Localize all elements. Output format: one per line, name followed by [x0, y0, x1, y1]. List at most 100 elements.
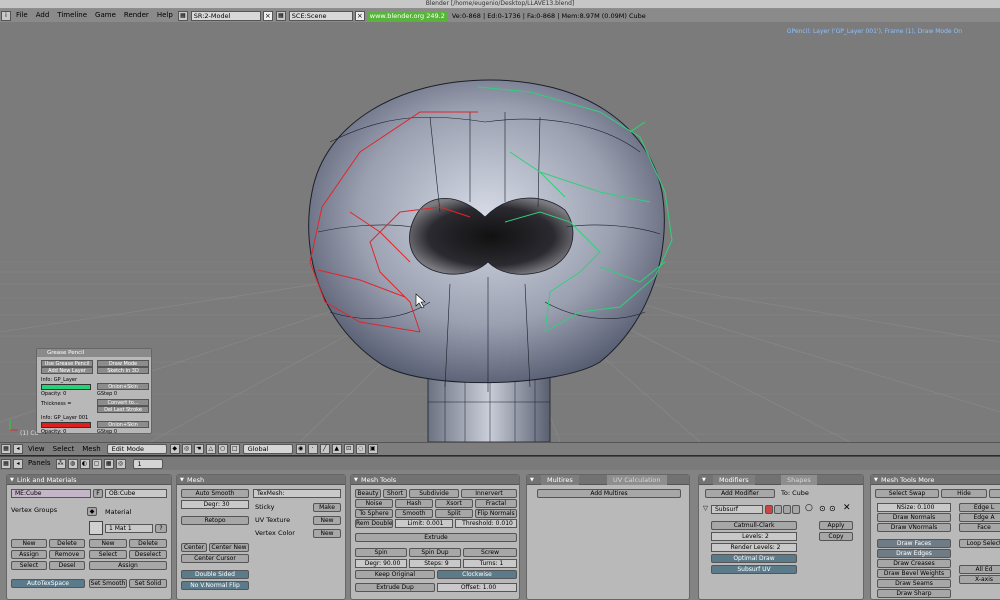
mesh-tools-header[interactable]: ▼ Mesh Tools [351, 475, 519, 485]
modifier-cage-icon[interactable] [792, 505, 800, 514]
fractal-button[interactable]: Fractal [475, 499, 517, 508]
spin-dup-button[interactable]: Spin Dup [409, 548, 461, 557]
vertex-color-new-button[interactable]: New [313, 529, 341, 538]
x-axis-mirror-toggle[interactable]: X-axis [959, 575, 1000, 584]
steps-field[interactable]: Steps: 9 [409, 559, 461, 568]
edge-length-toggle[interactable]: Edge L [959, 503, 1000, 512]
material-index-field[interactable]: 1 Mat 1 [105, 524, 153, 533]
convert-to-button[interactable]: Convert to... [97, 399, 149, 406]
set-solid-button[interactable]: Set Solid [129, 579, 167, 588]
vgroup-select-button[interactable]: Select [11, 561, 47, 570]
menu-timeline[interactable]: Timeline [53, 10, 91, 21]
turns-field[interactable]: Turns: 1 [463, 559, 517, 568]
innervert-dropdown[interactable]: Innervert [461, 489, 517, 498]
vertex-select-icon[interactable]: · [307, 444, 318, 454]
hash-button[interactable]: Hash [395, 499, 433, 508]
modifier-expand-icon[interactable]: ▽ [703, 504, 708, 513]
menu-mesh[interactable]: Mesh [78, 444, 104, 455]
modifier-name-field[interactable]: Subsurf [711, 505, 763, 514]
set-smooth-button[interactable]: Set Smooth [89, 579, 127, 588]
split-button[interactable]: Split [435, 509, 473, 518]
center-button[interactable]: Center [181, 543, 207, 552]
all-edges-toggle[interactable]: All Ed [959, 565, 1000, 574]
logic-icon[interactable]: ⁂ [55, 458, 66, 469]
frame-field[interactable]: 1 [132, 458, 163, 469]
script-icon[interactable]: ◍ [67, 458, 78, 469]
material-new-button[interactable]: New [89, 539, 127, 548]
modifier-editmode-icon[interactable] [783, 505, 791, 514]
layer-1-opacity[interactable]: Opacity: 0 [41, 391, 93, 397]
add-multires-button[interactable]: Add Multires [537, 489, 681, 498]
shading-icon[interactable]: ◐ [79, 458, 90, 469]
draw-creases-toggle[interactable]: Draw Creases [877, 559, 951, 568]
use-grease-pencil-button[interactable]: Use Grease Pencil [41, 360, 93, 367]
tab-modifiers[interactable]: Modifiers [713, 475, 755, 485]
loop-select-toggle[interactable]: Loop Select [959, 539, 1000, 548]
snap-icon[interactable]: ⊡ [343, 444, 354, 454]
modifier-delete-icon[interactable]: ✕ [843, 504, 851, 513]
scene-delete-icon[interactable]: × [354, 10, 365, 21]
clockwise-toggle[interactable]: Clockwise [437, 570, 517, 579]
short-toggle[interactable]: Short [383, 489, 407, 498]
keep-original-toggle[interactable]: Keep Original [355, 570, 435, 579]
screw-button[interactable]: Screw [463, 548, 517, 557]
offset-field[interactable]: Offset: 1.00 [437, 583, 517, 592]
menu-game[interactable]: Game [91, 10, 120, 21]
layer-1-color-swatch[interactable] [41, 384, 91, 390]
spin-degree-field[interactable]: Degr: 90.00 [355, 559, 407, 568]
modifier-realtime-icon[interactable] [774, 505, 782, 514]
draw-normals-toggle[interactable]: Draw Normals [877, 513, 951, 522]
vgroup-new-button[interactable]: New [11, 539, 47, 548]
vgroup-remove-button[interactable]: Remove [49, 550, 85, 559]
layer-1-gstep[interactable]: GStep 0 [97, 391, 149, 397]
object-name-field[interactable]: OB:Cube [105, 489, 167, 498]
face-select-icon[interactable]: ▲ [331, 444, 342, 454]
draw-bevel-weights-toggle[interactable]: Draw Bevel Weights [877, 569, 951, 578]
pivot-icon[interactable]: ◎ [181, 444, 192, 454]
texmesh-field[interactable]: TexMesh: [253, 489, 341, 498]
vgroup-delete-button[interactable]: Delete [49, 539, 85, 548]
draw-seams-toggle[interactable]: Draw Seams [877, 579, 951, 588]
scene-icon[interactable]: ◎ [115, 458, 126, 469]
panels-menu[interactable]: Panels [24, 458, 55, 469]
tab-shapes[interactable]: Shapes [781, 475, 817, 485]
extrude-dup-button[interactable]: Extrude Dup [355, 583, 435, 592]
apply-modifier-button[interactable]: Apply [819, 521, 853, 530]
scale-icon[interactable]: □ [229, 444, 240, 454]
blender-url[interactable]: www.blender.org 249.2 [366, 10, 448, 21]
auto-smooth-degree-field[interactable]: Degr: 30 [181, 500, 249, 509]
menu-select[interactable]: Select [49, 444, 79, 455]
info-window-icon[interactable]: i [1, 10, 11, 21]
rotate-icon[interactable]: ○ [217, 444, 228, 454]
screen-browse-icon[interactable]: ▦ [177, 10, 188, 21]
mesh-name-field[interactable]: ME:Cube [11, 489, 91, 498]
scene-browse-icon[interactable]: ▦ [275, 10, 286, 21]
render-preview-icon[interactable]: ▣ [367, 444, 378, 454]
material-help-button[interactable]: ? [155, 524, 167, 533]
menu-view[interactable]: View [24, 444, 49, 455]
menu-add[interactable]: Add [32, 10, 54, 21]
modifier-render-icon[interactable] [765, 505, 773, 514]
draw-vnormals-toggle[interactable]: Draw VNormals [877, 523, 951, 532]
buttons-collapse-icon[interactable]: ◂ [13, 458, 23, 469]
proportional-edit-icon[interactable]: ◌ [355, 444, 366, 454]
screen-delete-icon[interactable]: × [262, 10, 273, 21]
buttons-window-type-icon[interactable]: ▦ [1, 458, 11, 469]
mesh-tools-more-header[interactable]: ▼ Mesh Tools More [871, 475, 1000, 485]
retopo-button[interactable]: Retopo [181, 516, 249, 525]
double-sided-toggle[interactable]: Double Sided [181, 570, 249, 579]
layer-2-opacity[interactable]: Opacity: 0 [41, 429, 93, 435]
center-new-button[interactable]: Center New [209, 543, 249, 552]
object-icon[interactable]: ▢ [91, 458, 102, 469]
manipulator-hand-icon[interactable]: ☚ [193, 444, 204, 454]
modifier-move-down-icon[interactable]: ⊙ [829, 504, 836, 513]
layer-2-color-swatch[interactable] [41, 422, 91, 428]
screen-field[interactable]: SR:2-Model [190, 10, 261, 21]
menu-help[interactable]: Help [153, 10, 177, 21]
window-type-icon[interactable]: ▦ [1, 444, 11, 454]
to-sphere-button[interactable]: To Sphere [355, 509, 393, 518]
limit-field[interactable]: Limit: 0.001 [395, 519, 453, 528]
del-last-stroke-button[interactable]: Del Last Stroke [97, 406, 149, 413]
hide-button[interactable]: Hide [941, 489, 987, 498]
layer-1-thickness[interactable]: Thickness = [41, 401, 93, 407]
